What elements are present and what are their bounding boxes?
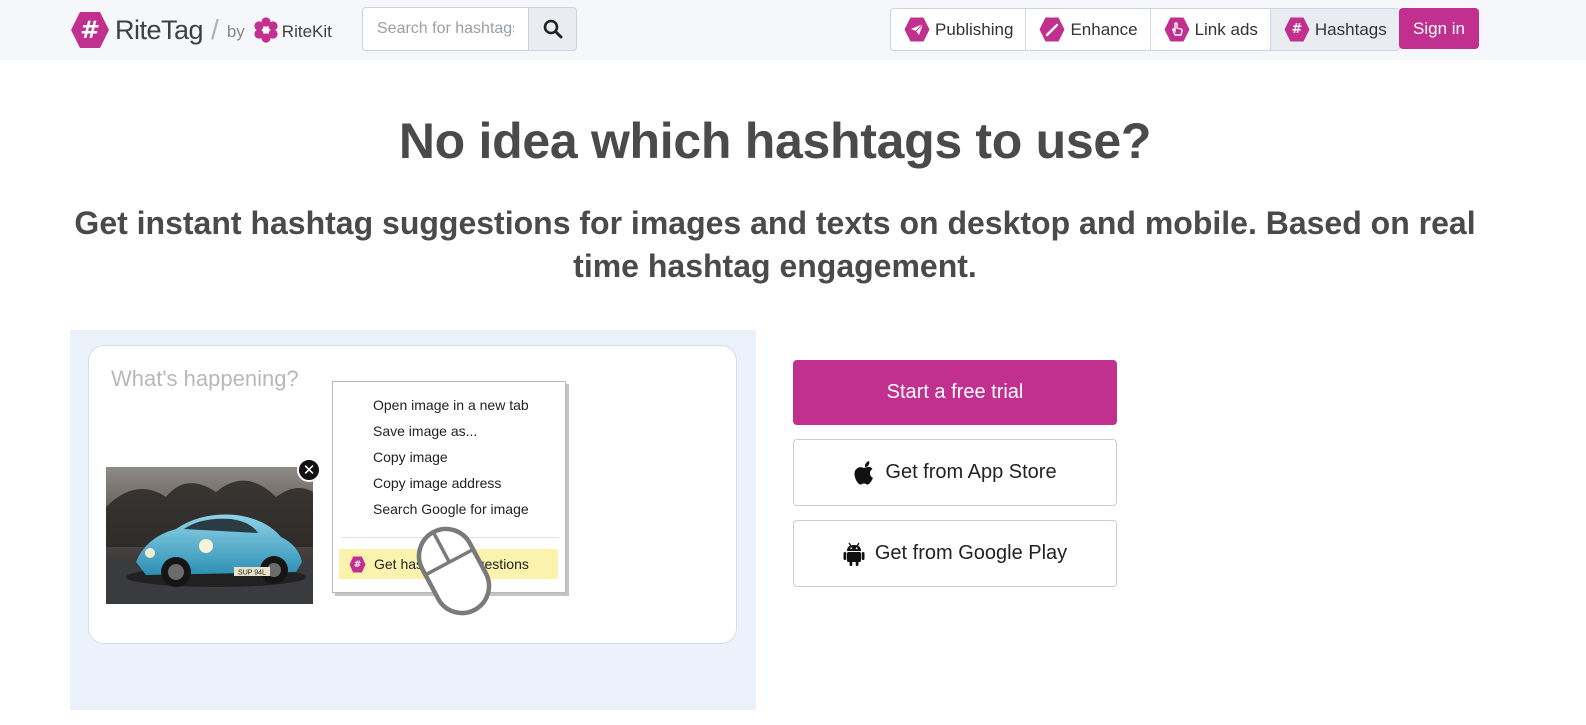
brand[interactable]: # RiteTag / by RiteKit (70, 10, 332, 50)
menu-item-copy-image-address[interactable]: Copy image address (373, 475, 501, 491)
ritekit-flower-icon (253, 17, 279, 43)
pointer-hand-icon (1164, 17, 1190, 42)
close-icon[interactable]: ✕ (297, 458, 321, 482)
nav-link-ads[interactable]: Link ads (1151, 9, 1271, 50)
nav-publishing-label: Publishing (935, 19, 1014, 39)
nav-hashtags-label: Hashtags (1314, 19, 1387, 39)
hashtag-search (362, 7, 577, 51)
car-photo: SUP 94L (106, 467, 313, 604)
top-navbar: # RiteTag / by RiteKit Search for hashta… (0, 0, 1586, 60)
search-icon (543, 19, 562, 39)
hashtag-icon: # (1284, 17, 1310, 42)
brand-name: RiteTag (115, 14, 204, 45)
product-nav: Publishing Enhance Link ads # Hashtags (890, 8, 1400, 51)
apple-icon (853, 460, 875, 485)
google-play-button[interactable]: Get from Google Play (793, 520, 1117, 587)
page-headline: No idea which hashtags to use? (398, 113, 1152, 169)
start-free-trial-button[interactable]: Start a free trial (793, 360, 1117, 425)
license-plate-text: SUP 94L (238, 570, 266, 577)
nav-enhance-label: Enhance (1070, 19, 1138, 39)
nav-hashtags[interactable]: # Hashtags (1270, 9, 1399, 50)
demo-illustration: What's happening? SUP 94L ✕ Open image i… (70, 330, 756, 710)
sign-in-button[interactable]: Sign in (1399, 8, 1479, 49)
search-button[interactable] (528, 7, 577, 51)
mouse-cursor-icon (416, 526, 492, 616)
ritetag-logo-icon: # (70, 11, 110, 49)
brand-by: by (226, 22, 245, 41)
menu-item-open-image[interactable]: Open image in a new tab (373, 397, 529, 413)
app-store-button[interactable]: Get from App Store (793, 439, 1117, 506)
ritekit-name: RiteKit (281, 21, 332, 41)
menu-item-save-image[interactable]: Save image as... (373, 423, 477, 439)
nav-link-ads-label: Link ads (1194, 19, 1258, 39)
page-subheadline: Get instant hashtag suggestions for imag… (74, 205, 1476, 284)
menu-item-search-google[interactable]: Search Google for image (373, 501, 529, 517)
nav-enhance[interactable]: Enhance (1026, 9, 1151, 50)
magic-wand-icon (1039, 17, 1065, 42)
compose-placeholder: What's happening? (111, 366, 299, 391)
search-input[interactable] (362, 7, 528, 51)
app-store-label: Get from App Store (885, 461, 1057, 483)
android-icon (843, 542, 865, 566)
paper-plane-icon (904, 17, 930, 42)
compose-box: What's happening? SUP 94L ✕ Open image i… (88, 345, 737, 644)
hashtag-icon: # (349, 556, 366, 573)
nav-publishing[interactable]: Publishing (891, 9, 1027, 50)
brand-slash: / (211, 14, 219, 45)
menu-item-copy-image[interactable]: Copy image (373, 449, 448, 465)
google-play-label: Get from Google Play (874, 542, 1068, 564)
